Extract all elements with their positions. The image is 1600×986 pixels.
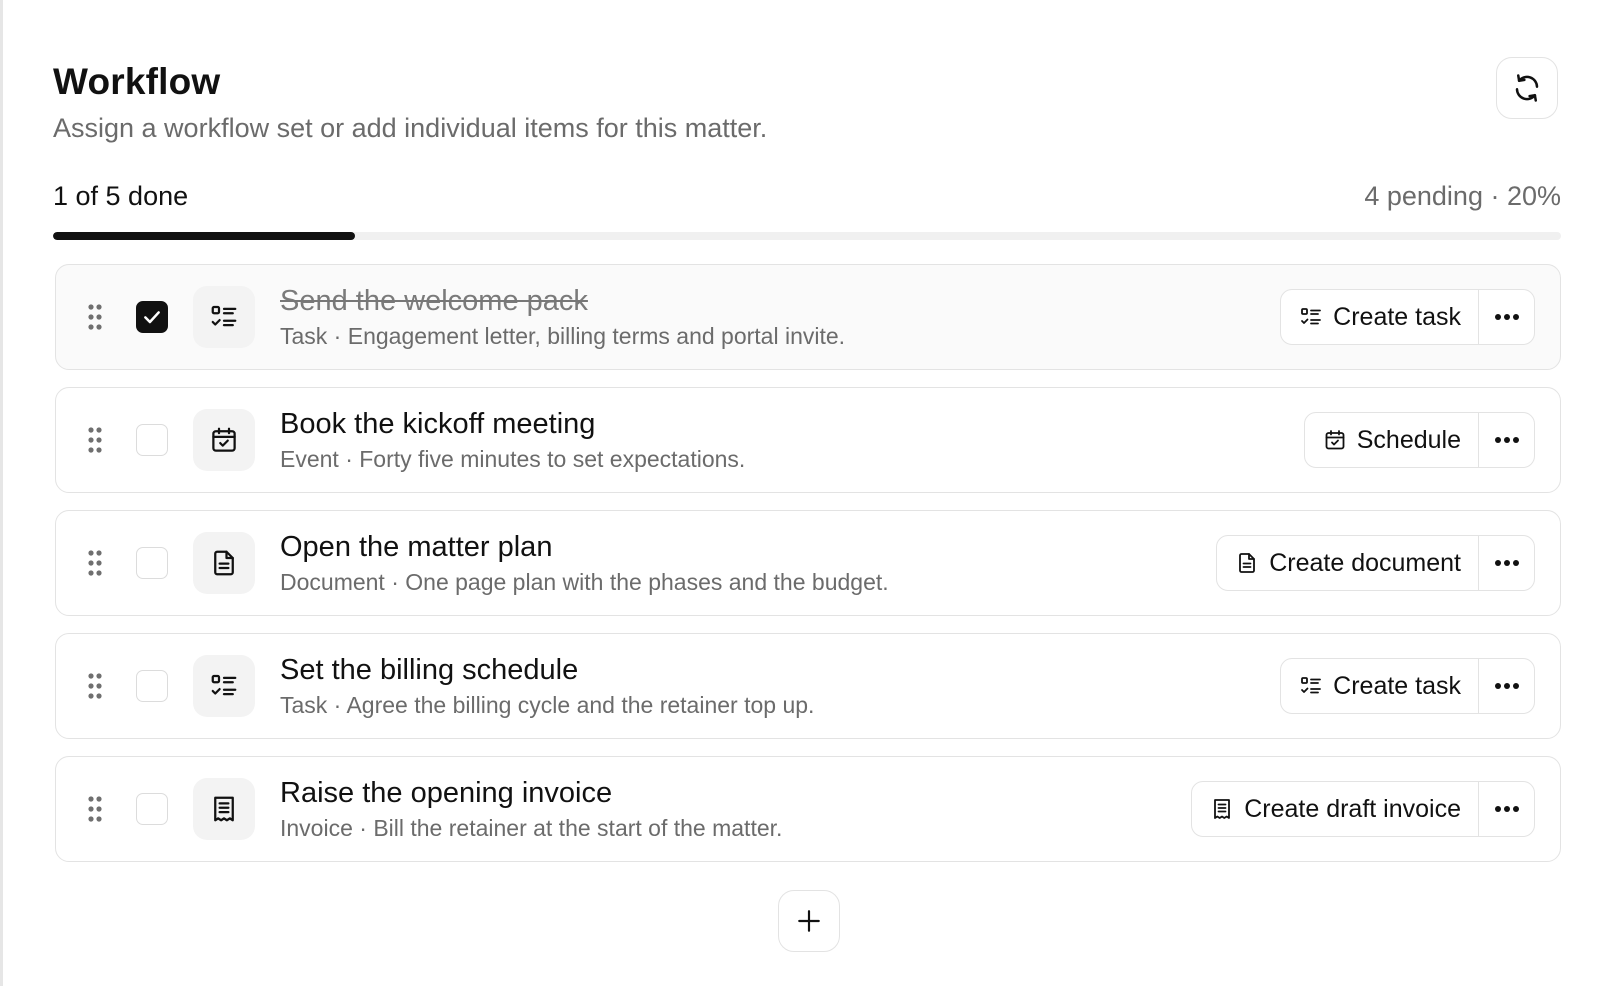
drag-handle-icon[interactable] (88, 426, 102, 454)
item-checkbox[interactable] (136, 547, 168, 579)
workflow-item: Set the billing schedule Task · Agree the… (55, 633, 1561, 739)
item-checkbox[interactable] (136, 424, 168, 456)
refresh-icon (1512, 73, 1542, 103)
task-list-icon (1299, 674, 1323, 698)
refresh-button[interactable] (1496, 57, 1558, 119)
item-action-button[interactable]: Create draft invoice (1192, 782, 1478, 836)
item-text: Open the matter plan Document · One page … (280, 529, 889, 597)
item-title: Book the kickoff meeting (280, 408, 596, 440)
item-action-button[interactable]: Create task (1281, 659, 1478, 713)
receipt-icon (1210, 797, 1234, 821)
item-subtitle: Invoice · Bill the retainer at the start… (280, 815, 783, 841)
drag-handle-icon[interactable] (88, 795, 102, 823)
item-checkbox[interactable] (136, 793, 168, 825)
workflow-panel: Workflow Assign a workflow set or add in… (0, 0, 1600, 986)
calendar-check-icon (1323, 428, 1347, 452)
item-title: Raise the opening invoice (280, 777, 613, 809)
drag-handle-icon[interactable] (88, 549, 102, 577)
item-text: Book the kickoff meeting Event · Forty fi… (280, 406, 745, 474)
more-icon (1494, 436, 1520, 444)
page-subtitle: Assign a workflow set or add individual … (53, 113, 768, 143)
document-icon (193, 532, 255, 594)
checkmark-icon (142, 307, 162, 327)
more-icon (1494, 559, 1520, 567)
item-text: Set the billing schedule Task · Agree the… (280, 652, 814, 720)
more-icon (1494, 805, 1520, 813)
item-actions: Create document (1216, 535, 1535, 591)
item-subtitle: Task · Agree the billing cycle and the r… (280, 692, 815, 718)
drag-handle-icon[interactable] (88, 672, 102, 700)
item-action-button[interactable]: Schedule (1305, 413, 1478, 467)
item-action-label: Schedule (1356, 425, 1461, 454)
more-options-button[interactable] (1478, 659, 1534, 713)
item-text: Raise the opening invoice Invoice · Bill … (280, 775, 782, 843)
item-checkbox[interactable] (136, 670, 168, 702)
item-title: Set the billing schedule (280, 654, 579, 686)
progress-done-label: 1 of 5 done (53, 180, 189, 211)
more-icon (1494, 682, 1520, 690)
workflow-item: Raise the opening invoice Invoice · Bill … (55, 756, 1561, 862)
item-subtitle: Document · One page plan with the phases… (280, 569, 889, 595)
item-text: Send the welcome pack Task · Engagement l… (280, 283, 845, 351)
item-action-label: Create task (1333, 302, 1461, 331)
task-list-icon (1299, 305, 1323, 329)
progress-bar (53, 232, 1561, 240)
more-icon (1494, 313, 1520, 321)
drag-handle-icon[interactable] (88, 303, 102, 331)
document-icon (1235, 551, 1259, 575)
more-options-button[interactable] (1478, 290, 1534, 344)
progress-summary: 1 of 5 done 4 pending · 20% (53, 178, 1561, 214)
progress-meta-label: 4 pending · 20% (1364, 180, 1561, 211)
item-actions: Create task (1280, 289, 1535, 345)
item-action-label: Create task (1333, 671, 1461, 700)
calendar-check-icon (193, 409, 255, 471)
item-action-label: Create draft invoice (1244, 794, 1461, 823)
add-item-button[interactable] (778, 890, 840, 952)
workflow-item: Book the kickoff meeting Event · Forty fi… (55, 387, 1561, 493)
item-actions: Create task (1280, 658, 1535, 714)
workflow-item: Open the matter plan Document · One page … (55, 510, 1561, 616)
page-title: Workflow (53, 61, 221, 102)
more-options-button[interactable] (1478, 413, 1534, 467)
workflow-item-list: Send the welcome pack Task · Engagement l… (55, 264, 1561, 879)
workflow-header: Workflow Assign a workflow set or add in… (53, 58, 1553, 146)
item-actions: Create draft invoice (1191, 781, 1535, 837)
item-action-label: Create document (1269, 548, 1461, 577)
more-options-button[interactable] (1478, 782, 1534, 836)
item-subtitle: Task · Engagement letter, billing terms … (280, 323, 846, 349)
item-title: Open the matter plan (280, 531, 553, 563)
item-action-button[interactable]: Create task (1281, 290, 1478, 344)
plus-icon (796, 908, 822, 934)
item-title: Send the welcome pack (280, 285, 588, 317)
task-list-icon (193, 655, 255, 717)
item-actions: Schedule (1303, 412, 1535, 468)
item-action-button[interactable]: Create document (1217, 536, 1478, 590)
task-list-icon (193, 286, 255, 348)
item-subtitle: Event · Forty five minutes to set expect… (280, 446, 746, 472)
more-options-button[interactable] (1478, 536, 1534, 590)
receipt-icon (193, 778, 255, 840)
workflow-item: Send the welcome pack Task · Engagement l… (55, 264, 1561, 370)
item-checkbox[interactable] (136, 301, 168, 333)
progress-bar-fill (53, 232, 355, 240)
